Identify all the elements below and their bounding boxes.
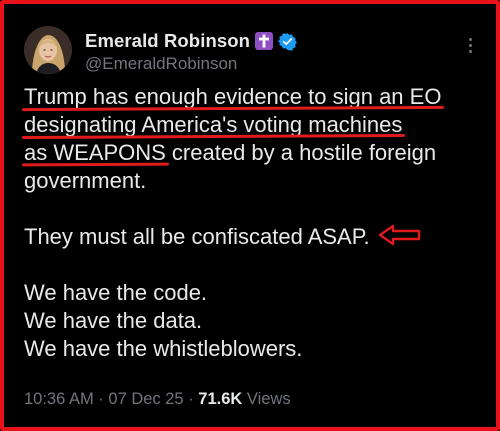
underlined-text: as WEAPONS bbox=[24, 140, 166, 165]
verified-badge-icon[interactable] bbox=[278, 32, 297, 51]
tweet-text-segment: created by a hostile foreign bbox=[165, 140, 437, 165]
tweet-text-segment: They must all be confiscated ASAP. bbox=[24, 224, 370, 249]
red-arrow-annotation-icon bbox=[378, 224, 422, 253]
more-options-icon[interactable] bbox=[467, 38, 473, 58]
meta-separator: · bbox=[93, 390, 109, 408]
meta-separator: · bbox=[183, 390, 199, 408]
tweet-text: Trump has enough evidence to sign an EO … bbox=[24, 83, 484, 363]
author-name-row: Emerald Robinson bbox=[85, 30, 297, 52]
author-handle[interactable]: @EmeraldRobinson bbox=[85, 54, 237, 74]
tweet-line: They must all be confiscated ASAP. bbox=[24, 223, 484, 251]
tweet-line: as WEAPONS created by a hostile foreign bbox=[24, 139, 484, 167]
tweet-text-segment: We have the data. bbox=[24, 308, 203, 333]
author-display-name[interactable]: Emerald Robinson bbox=[85, 30, 250, 52]
tweet-text-segment: We have the code. bbox=[24, 280, 208, 305]
latin-cross-icon bbox=[255, 32, 274, 50]
underlined-text: designating America's voting machines bbox=[24, 112, 403, 137]
tweet-date[interactable]: 07 Dec 25 bbox=[108, 390, 183, 408]
tweet-line: We have the code. bbox=[24, 279, 484, 307]
tweet-line: government. bbox=[24, 167, 484, 195]
tweet-text-segment: government. bbox=[24, 168, 147, 193]
tweet-time[interactable]: 10:36 AM bbox=[24, 390, 94, 408]
tweet-line: We have the whistleblowers. bbox=[24, 335, 484, 363]
underlined-text: Trump has enough evidence to sign an EO bbox=[24, 84, 442, 109]
tweet-line: We have the data. bbox=[24, 307, 484, 335]
tweet-line: Trump has enough evidence to sign an EO bbox=[24, 83, 484, 111]
screenshot-frame: Emerald Robinson @EmeraldRobinson Trump … bbox=[0, 0, 500, 431]
views-label: Views bbox=[242, 390, 291, 408]
avatar-image bbox=[24, 26, 72, 74]
views-count[interactable]: 71.6K bbox=[198, 390, 242, 408]
tweet-meta: 10:36 AM · 07 Dec 25 · 71.6K Views bbox=[24, 390, 291, 409]
tweet-text-segment: We have the whistleblowers. bbox=[24, 336, 303, 361]
avatar[interactable] bbox=[24, 26, 72, 74]
tweet-line: designating America's voting machines bbox=[24, 111, 484, 139]
